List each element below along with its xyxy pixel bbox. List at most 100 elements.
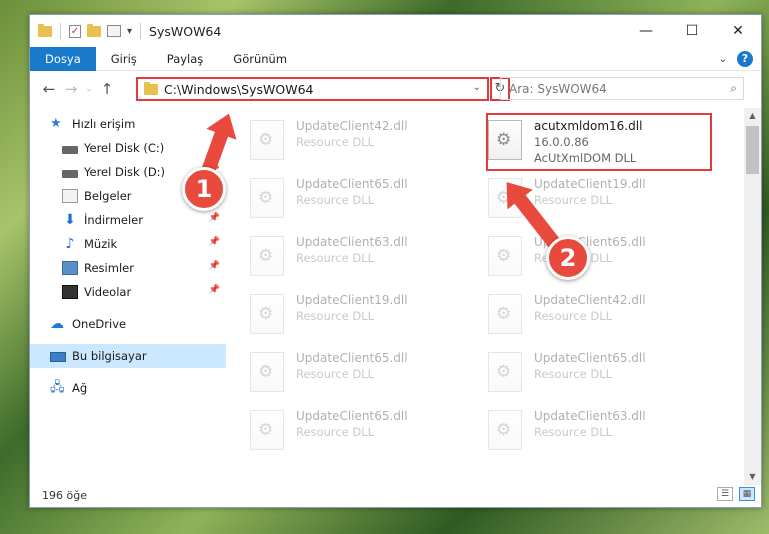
tab-view[interactable]: Görünüm <box>218 47 302 71</box>
sidebar-item-network[interactable]: 🖧 Ağ <box>30 376 226 400</box>
back-arrow-icon[interactable]: ← <box>38 80 60 98</box>
expand-ribbon-icon[interactable]: ⌄ <box>719 54 727 65</box>
dll-file-icon <box>488 236 522 276</box>
up-arrow-icon[interactable]: ↑ <box>96 80 118 98</box>
sidebar-item-onedrive[interactable]: ☁ OneDrive <box>30 312 226 336</box>
close-button[interactable]: ✕ <box>715 15 761 47</box>
file-type: Resource DLL <box>296 135 375 149</box>
tab-home[interactable]: Giriş <box>96 47 152 71</box>
dll-file-icon <box>250 178 284 218</box>
file-item[interactable]: UpdateClient65.dll Resource DLL <box>250 408 480 458</box>
details-view-icon[interactable]: ☰ <box>717 487 733 501</box>
divider <box>140 23 142 39</box>
item-count: 196 öğe <box>42 488 87 502</box>
music-icon: ♪ <box>65 236 75 252</box>
tab-share[interactable]: Paylaş <box>152 47 219 71</box>
sidebar-item-disk-c[interactable]: Yerel Disk (C:) 📌 <box>30 136 226 160</box>
tab-file[interactable]: Dosya <box>30 46 96 71</box>
file-type: Resource DLL <box>296 425 375 439</box>
file-name: UpdateClient65.dll <box>534 351 646 365</box>
chevron-down-icon[interactable]: ⌄ <box>473 82 481 93</box>
sidebar-item-pictures[interactable]: Resimler 📌 <box>30 256 226 280</box>
file-item[interactable]: UpdateClient19.dll Resource DLL <box>250 292 480 342</box>
sidebar-item-music[interactable]: ♪ Müzik 📌 <box>30 232 226 256</box>
vertical-scrollbar[interactable]: ▲ ▼ <box>744 108 761 485</box>
file-item[interactable]: UpdateClient65.dll Resource DLL <box>250 176 480 226</box>
chevron-down-icon[interactable]: ▾ <box>127 26 132 37</box>
file-name: UpdateClient19.dll <box>534 177 646 191</box>
address-bar[interactable]: C:\Windows\SysWOW64 ⌄ <box>136 77 489 101</box>
tiles-view-icon[interactable]: ▦ <box>739 487 755 501</box>
file-item[interactable]: UpdateClient42.dll Resource DLL <box>488 292 718 342</box>
view-toggles: ☰ ▦ <box>717 487 755 501</box>
file-name: UpdateClient65.dll <box>296 351 408 365</box>
videos-icon <box>62 285 78 299</box>
folder-icon <box>38 23 52 37</box>
file-type: Resource DLL <box>534 425 613 439</box>
sidebar-item-label: Videolar <box>84 285 132 299</box>
sidebar-item-downloads[interactable]: ⬇ İndirmeler 📌 <box>30 208 226 232</box>
explorer-window: ✓ ▾ SysWOW64 — ☐ ✕ Dosya Giriş Paylaş Gö… <box>29 14 762 508</box>
pin-icon[interactable]: 📌 <box>209 261 220 271</box>
file-item[interactable]: UpdateClient63.dll Resource DLL <box>488 408 718 458</box>
file-name: UpdateClient19.dll <box>296 293 408 307</box>
disk-icon <box>62 145 78 154</box>
file-name: UpdateClient63.dll <box>534 409 646 423</box>
download-icon: ⬇ <box>64 212 76 228</box>
dll-file-icon <box>488 294 522 334</box>
ribbon-tabs: Dosya Giriş Paylaş Görünüm ⌄ ? <box>30 46 761 71</box>
sidebar-item-label: Resimler <box>84 261 134 275</box>
sidebar-item-label: OneDrive <box>72 317 127 331</box>
file-type: Resource DLL <box>534 367 613 381</box>
search-input[interactable]: Ara: SysWOW64 ⌕ <box>500 77 744 100</box>
highlight-box <box>486 113 712 171</box>
recent-locations-icon[interactable]: ⌄ <box>82 84 96 94</box>
dll-file-icon <box>250 410 284 450</box>
file-item[interactable]: UpdateClient65.dllResource DLL <box>488 234 718 284</box>
dll-file-icon <box>250 294 284 334</box>
dll-file-icon <box>488 410 522 450</box>
sidebar-item-label: Müzik <box>84 237 118 251</box>
star-icon: ★ <box>50 116 62 131</box>
customize-toolbar-icon[interactable] <box>107 25 121 37</box>
sidebar-item-label: İndirmeler <box>84 213 143 227</box>
file-type: Resource DLL <box>296 251 375 265</box>
navigation-bar: ← → ⌄ ↑ C:\Windows\SysWOW64 ⌄ ↻ Ara: Sys… <box>30 72 761 106</box>
forward-arrow-icon[interactable]: → <box>60 80 82 98</box>
minimize-button[interactable]: — <box>623 15 669 47</box>
scroll-up-icon[interactable]: ▲ <box>744 108 761 124</box>
computer-icon <box>50 352 66 362</box>
window-controls: — ☐ ✕ <box>623 15 761 47</box>
status-bar: 196 öğe ☰ ▦ <box>30 483 761 507</box>
file-name: UpdateClient63.dll <box>296 235 408 249</box>
sidebar-item-quick-access[interactable]: ★ Hızlı erişim <box>30 112 226 136</box>
pin-icon[interactable]: 📌 <box>209 213 220 223</box>
sidebar-item-label: Hızlı erişim <box>72 117 136 131</box>
sidebar-item-label: Bu bilgisayar <box>72 349 147 363</box>
sidebar-item-label: Yerel Disk (C:) <box>84 141 165 155</box>
help-icon[interactable]: ? <box>737 51 753 67</box>
pin-icon[interactable]: 📌 <box>209 285 220 295</box>
annotation-badge-1: 1 <box>182 167 226 211</box>
file-type: Resource DLL <box>534 193 613 207</box>
documents-icon <box>62 189 78 203</box>
properties-check-icon[interactable]: ✓ <box>69 24 81 38</box>
maximize-button[interactable]: ☐ <box>669 15 715 47</box>
sidebar-item-videos[interactable]: Videolar 📌 <box>30 280 226 304</box>
file-type: Resource DLL <box>296 193 375 207</box>
search-icon: ⌕ <box>730 81 737 95</box>
file-name: UpdateClient42.dll <box>534 293 646 307</box>
sidebar-item-label: Belgeler <box>84 189 132 203</box>
file-item[interactable]: UpdateClient63.dll Resource DLL <box>250 234 480 284</box>
pin-icon[interactable]: 📌 <box>209 237 220 247</box>
sidebar-item-label: Yerel Disk (D:) <box>84 165 166 179</box>
sidebar-item-this-pc[interactable]: Bu bilgisayar <box>30 344 226 368</box>
file-name: UpdateClient65.dll <box>296 177 408 191</box>
file-name: UpdateClient65.dll <box>296 409 408 423</box>
file-item[interactable]: UpdateClient65.dllResource DLL <box>250 350 480 400</box>
scroll-thumb[interactable] <box>746 126 759 174</box>
file-item[interactable]: UpdateClient65.dll Resource DLL <box>488 350 718 400</box>
file-item[interactable]: UpdateClient42.dll Resource DLL <box>250 118 480 168</box>
new-folder-icon[interactable] <box>87 23 101 37</box>
dll-file-icon <box>250 352 284 392</box>
